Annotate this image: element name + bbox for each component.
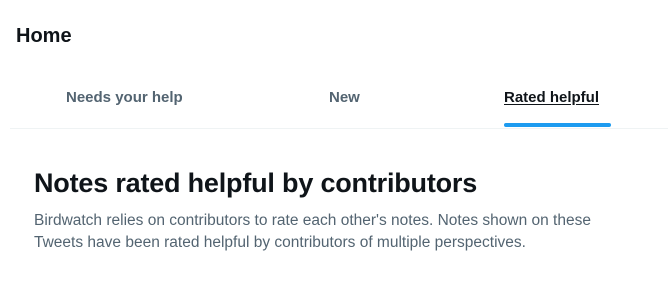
tab-label: Needs your help	[66, 89, 183, 106]
page-title: Home	[16, 25, 72, 47]
tab-label: New	[329, 89, 360, 106]
active-tab-indicator	[504, 123, 611, 127]
section-title: Notes rated helpful by contributors	[34, 168, 478, 198]
main-content: Notes rated helpful by contributors Bird…	[34, 166, 644, 254]
tab-label: Rated helpful	[504, 89, 600, 106]
tab-needs-your-help[interactable]: Needs your help	[10, 72, 220, 128]
section-description: Birdwatch relies on contributors to rate…	[34, 212, 591, 251]
tab-bar: Needs your help New Rated helpful	[10, 72, 668, 129]
tab-new[interactable]: New	[242, 72, 452, 128]
page-header: Home	[16, 22, 72, 50]
tab-rated-helpful[interactable]: Rated helpful	[460, 72, 668, 128]
